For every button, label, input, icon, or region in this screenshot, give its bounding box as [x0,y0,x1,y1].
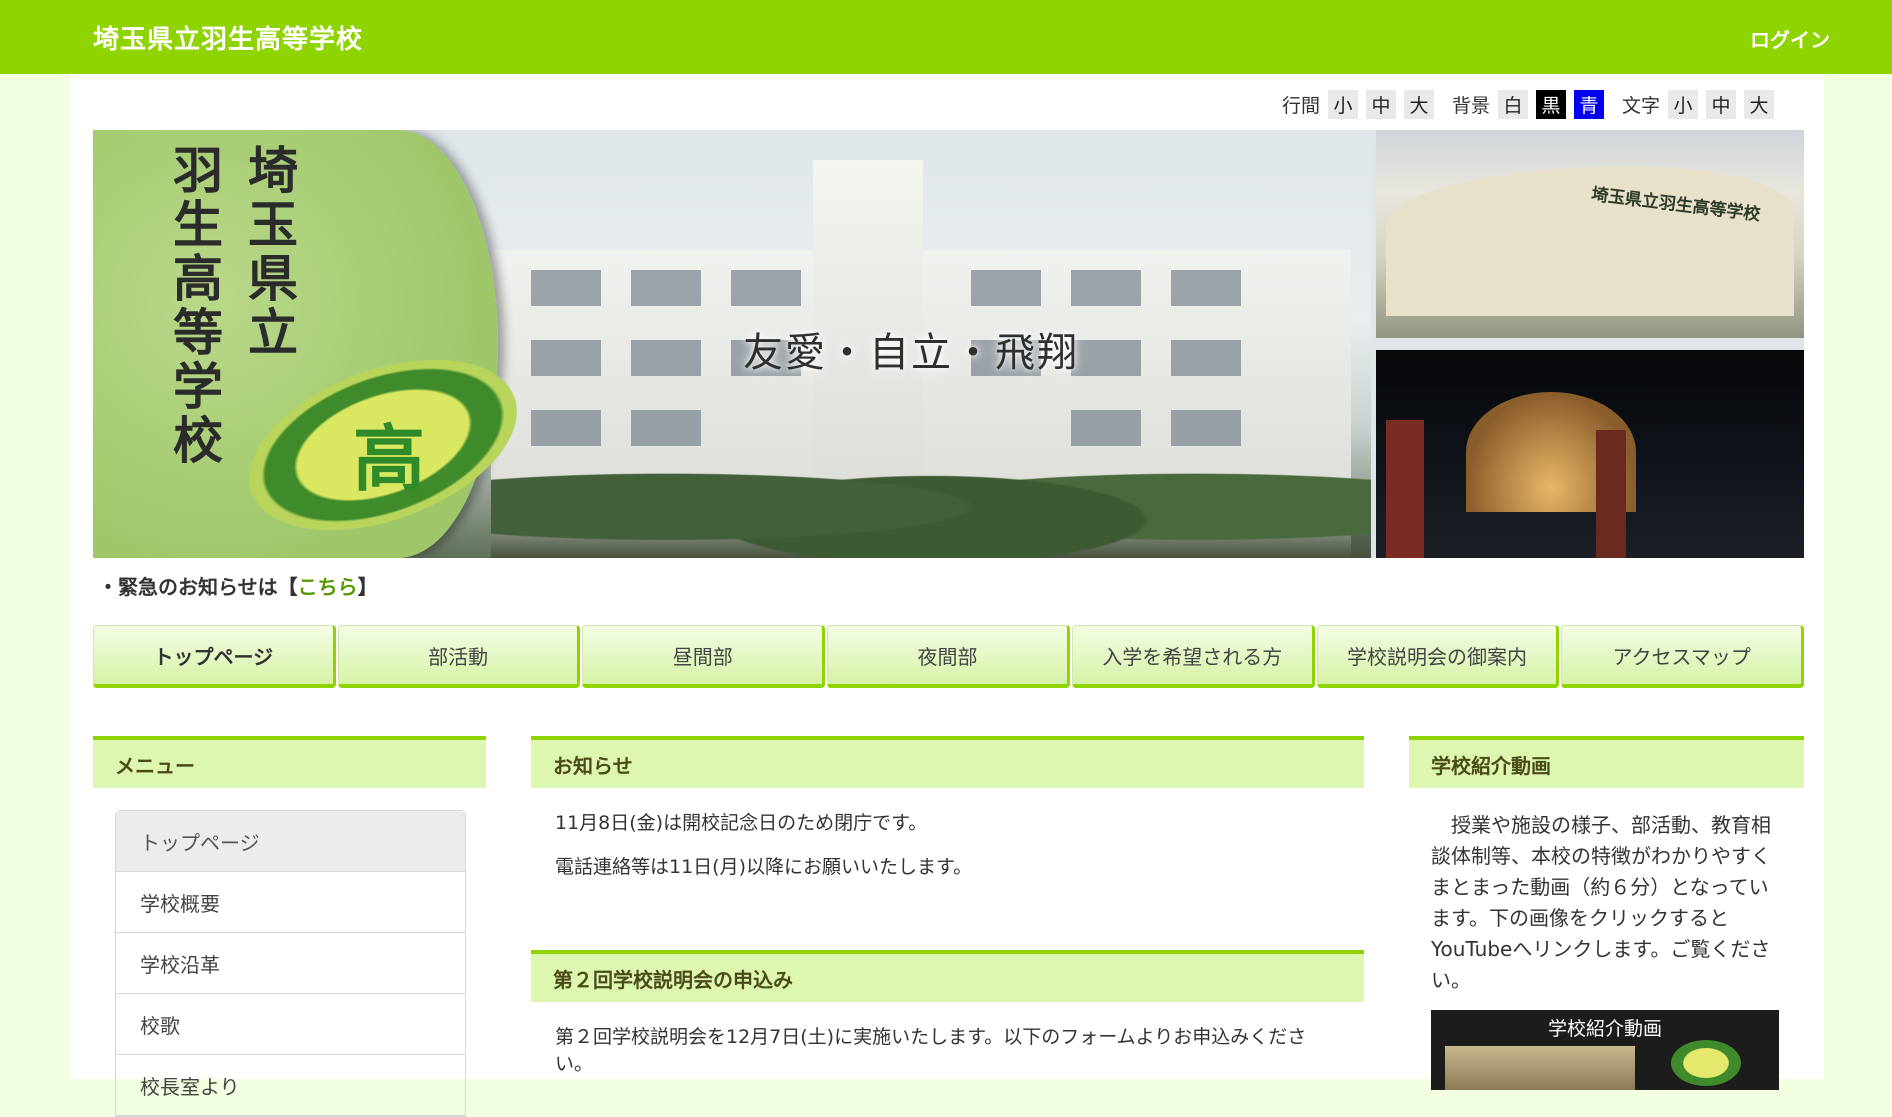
nav-day-course[interactable]: 昼間部 [582,625,826,688]
night-gate-photo [1376,350,1804,558]
line-spacing-large-button[interactable]: 大 [1403,90,1434,119]
video-thumbnail-title: 学校紹介動画 [1547,1018,1662,1040]
menu-item-school-history[interactable]: 学校沿革 [116,933,465,994]
school-emblem-icon [1671,1040,1741,1086]
emergency-suffix: 】 [357,575,378,599]
top-bar: 埼玉県立羽生高等学校 ログイン [0,0,1892,74]
emblem-character: 高 [353,416,426,501]
video-thumbnail[interactable]: 学校紹介動画 [1431,1010,1779,1090]
trees-illustration [491,430,1371,558]
news-line: 電話連絡等は11日(月)以降にお願いいたします。 [555,856,973,878]
line-spacing-small-button[interactable]: 小 [1327,90,1358,119]
sidebar-menu: メニュー トップページ 学校概要 学校沿革 校歌 校長室より [93,736,486,1117]
login-link[interactable]: ログイン [1750,24,1830,53]
video-column: 学校紹介動画 授業や施設の様子、部活動、教育相談体制等、本校の特徴がわかりやすく… [1409,736,1804,1090]
nav-club-activities[interactable]: 部活動 [337,625,581,688]
page-container: 行間 小 中 大 背景 白 黒 青 文字 小 中 大 友愛・自立・飛翔 高 埼玉… [70,74,1824,1117]
news-title-info-session: 第２回学校説明会の申込み [531,950,1364,1002]
news-line: 11月8日(金)は開校記念日のため閉庁です。 [555,812,928,834]
video-description: 授業や施設の様子、部活動、教育相談体制等、本校の特徴がわかりやすくまとまった動画… [1431,813,1771,992]
emergency-text: ・緊急のお知らせは【 [98,575,298,599]
text-size-label: 文字 [1621,95,1660,117]
main-navigation: トップページ 部活動 昼間部 夜間部 入学を希望される方 学校説明会の御案内 ア… [93,625,1805,688]
menu-item-principal[interactable]: 校長室より [116,1055,465,1116]
line-spacing-label: 行間 [1281,95,1320,117]
text-size-medium-button[interactable]: 中 [1706,90,1736,119]
gate-pillar-right [1596,430,1626,558]
nav-info-sessions[interactable]: 学校説明会の御案内 [1316,625,1560,688]
gymnasium-photo: 埼玉県立羽生高等学校 [1376,130,1804,338]
nav-access-map[interactable]: アクセスマップ [1561,625,1805,688]
nav-admissions[interactable]: 入学を希望される方 [1071,625,1315,688]
background-blue-button[interactable]: 青 [1573,90,1604,119]
school-name-column-1: 埼玉県立 [248,141,298,362]
hero-banner: 友愛・自立・飛翔 高 埼玉県立 羽生高等学校 埼玉県立羽生高等学校 [93,130,1804,558]
gymnasium-illustration [1386,166,1794,316]
text-size-small-button[interactable]: 小 [1668,90,1698,119]
menu-title: メニュー [93,736,486,788]
news-body-info-session: 第２回学校説明会を12月7日(土)に実施いたします。以下のフォームよりお申込みく… [531,1002,1364,1078]
nav-night-course[interactable]: 夜間部 [827,625,1070,688]
school-motto: 友愛・自立・飛翔 [743,330,1079,376]
site-title[interactable]: 埼玉県立羽生高等学校 [93,19,363,56]
menu-item-school-overview[interactable]: 学校概要 [116,872,465,933]
text-size-large-button[interactable]: 大 [1744,90,1774,119]
news-column: お知らせ 11月8日(金)は開校記念日のため閉庁です。 電話連絡等は11日(月)… [531,736,1364,1095]
emergency-notice: ・緊急のお知らせは【こちら】 [98,571,378,600]
menu-item-school-song[interactable]: 校歌 [116,994,465,1055]
background-white-button[interactable]: 白 [1497,90,1528,119]
menu-list: トップページ 学校概要 学校沿革 校歌 校長室より [115,810,466,1117]
news-line: 第２回学校説明会を12月7日(土)に実施いたします。以下のフォームよりお申込みく… [555,1026,1307,1075]
video-thumbnail-sign [1445,1046,1635,1090]
menu-item-top-page[interactable]: トップページ [116,811,465,872]
gate-pillar-left [1386,420,1424,558]
news-title-notice: お知らせ [531,736,1364,788]
video-title: 学校紹介動画 [1409,736,1804,788]
emergency-link[interactable]: こちら [298,575,358,599]
line-spacing-medium-button[interactable]: 中 [1365,90,1396,119]
accessibility-toolbar: 行間 小 中 大 背景 白 黒 青 文字 小 中 大 [1272,90,1780,119]
background-black-button[interactable]: 黒 [1535,90,1566,119]
background-label: 背景 [1451,95,1490,117]
nav-top-page[interactable]: トップページ [93,625,336,688]
school-name-panel: 高 埼玉県立 羽生高等学校 [93,130,541,558]
school-name-column-2: 羽生高等学校 [173,141,223,470]
news-body-notice: 11月8日(金)は開校記念日のため閉庁です。 電話連絡等は11日(月)以降にお願… [531,788,1364,881]
